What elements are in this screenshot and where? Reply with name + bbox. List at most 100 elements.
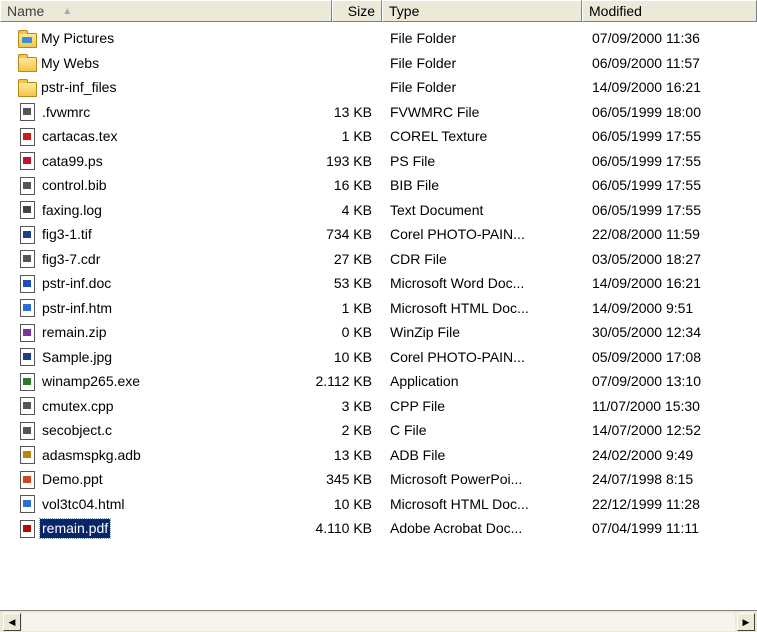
file-name-cell[interactable]: fig3-7.cdr bbox=[18, 249, 102, 270]
file-name-label: My Pictures bbox=[41, 30, 115, 46]
sort-ascending-icon: ▲ bbox=[62, 5, 73, 17]
file-size-cell: 1 KB bbox=[341, 299, 372, 316]
file-name-label: Demo.ppt bbox=[42, 471, 103, 487]
file-name-label: pstr-inf.htm bbox=[42, 299, 113, 316]
file-name-cell[interactable]: pstr-inf_files bbox=[18, 77, 118, 98]
application-icon bbox=[20, 372, 35, 391]
file-row[interactable]: cmutex.cpp 3 KB CPP File 11/07/2000 15:30 bbox=[0, 394, 757, 419]
file-size-cell: 0 KB bbox=[341, 324, 372, 340]
file-size-cell: 53 KB bbox=[333, 275, 372, 291]
pictures-folder-icon bbox=[18, 29, 37, 48]
file-type-cell: Corel PHOTO-PAIN... bbox=[390, 226, 525, 242]
scrollbar-track[interactable] bbox=[22, 613, 735, 631]
generic-file-icon bbox=[20, 421, 35, 440]
pdf-file-icon bbox=[20, 519, 35, 538]
file-row[interactable]: pstr-inf_files File Folder 14/09/2000 16:2… bbox=[0, 75, 757, 100]
file-name-cell[interactable]: faxing.log bbox=[18, 200, 104, 221]
file-name-label: vol3tc04.html bbox=[42, 495, 125, 512]
file-name-cell[interactable]: pstr-inf.doc bbox=[18, 273, 113, 294]
file-name-label: fig3-1.tif bbox=[42, 226, 92, 242]
file-row[interactable]: pstr-inf.doc 53 KB Microsoft Word Doc... 14… bbox=[0, 271, 757, 296]
file-modified-cell: 24/02/2000 9:49 bbox=[592, 446, 694, 463]
file-name-label: pstr-inf_files bbox=[41, 79, 117, 95]
file-modified-cell: 03/05/2000 18:27 bbox=[592, 250, 701, 267]
file-row[interactable]: My Webs File Folder 06/09/2000 11:57 bbox=[0, 51, 757, 76]
file-name-cell[interactable]: Demo.ppt bbox=[18, 469, 105, 490]
file-name-cell[interactable]: cartacas.tex bbox=[18, 126, 119, 147]
file-size-cell: 4.110 KB bbox=[315, 520, 372, 536]
column-header-type[interactable]: Type bbox=[382, 0, 582, 22]
file-name-cell[interactable]: Sample.jpg bbox=[18, 347, 114, 368]
column-header-name[interactable]: Name ▲ bbox=[0, 0, 332, 22]
file-modified-cell: 14/09/2000 16:21 bbox=[592, 275, 701, 291]
file-name-label: remain.pdf bbox=[38, 518, 112, 539]
file-name-cell[interactable]: secobject.c bbox=[18, 420, 114, 441]
scroll-right-button[interactable]: ▶ bbox=[737, 613, 755, 631]
file-size-cell: 2.112 KB bbox=[315, 373, 372, 389]
file-row[interactable]: control.bib 16 KB BIB File 06/05/1999 17:55 bbox=[0, 173, 757, 198]
file-row[interactable]: .fvwmrc 13 KB FVWMRC File 06/05/1999 18:00 bbox=[0, 100, 757, 125]
powerpoint-icon bbox=[20, 470, 35, 489]
file-name-cell[interactable]: remain.pdf bbox=[18, 518, 112, 539]
file-name-label: My Webs bbox=[41, 54, 100, 71]
html-document-icon bbox=[20, 495, 35, 513]
file-modified-cell: 22/12/1999 11:28 bbox=[592, 495, 700, 512]
file-row[interactable]: winamp265.exe 2.112 KB Application 07/09/20… bbox=[0, 369, 757, 394]
file-name-cell[interactable]: pstr-inf.htm bbox=[18, 298, 114, 319]
column-type-label: Type bbox=[389, 3, 420, 19]
file-size-cell: 193 KB bbox=[326, 152, 372, 169]
column-header-size[interactable]: Size bbox=[332, 0, 382, 22]
file-name-label: cata99.ps bbox=[42, 152, 103, 169]
file-modified-cell: 11/07/2000 15:30 bbox=[592, 397, 700, 414]
horizontal-scrollbar[interactable]: ◀ ▶ bbox=[0, 610, 757, 632]
generic-file-icon bbox=[20, 397, 35, 415]
file-size-cell: 10 KB bbox=[333, 348, 372, 365]
file-size-cell: 16 KB bbox=[333, 177, 372, 193]
html-document-icon bbox=[20, 299, 35, 317]
ps-file-icon bbox=[20, 152, 35, 170]
file-name-cell[interactable]: remain.zip bbox=[18, 322, 109, 343]
file-row[interactable]: cartacas.tex 1 KB COREL Texture 06/05/1999 … bbox=[0, 124, 757, 149]
text-document-icon bbox=[20, 201, 35, 219]
file-row[interactable]: remain.pdf 4.110 KB Adobe Acrobat Doc... 07… bbox=[0, 516, 757, 541]
file-row[interactable]: remain.zip 0 KB WinZip File 30/05/2000 12:3… bbox=[0, 320, 757, 345]
file-size-cell: 4 KB bbox=[341, 201, 372, 218]
file-row[interactable]: Sample.jpg 10 KB Corel PHOTO-PAIN... 05/09/… bbox=[0, 345, 757, 370]
file-name-cell[interactable]: control.bib bbox=[18, 175, 109, 196]
file-modified-cell: 07/04/1999 11:11 bbox=[592, 520, 699, 536]
file-name-cell[interactable]: adasmspkg.adb bbox=[18, 445, 143, 466]
file-modified-cell: 05/09/2000 17:08 bbox=[592, 348, 701, 365]
file-row[interactable]: secobject.c 2 KB C File 14/07/2000 12:52 bbox=[0, 418, 757, 443]
file-row[interactable]: fig3-1.tif 734 KB Corel PHOTO-PAIN... 22/08… bbox=[0, 222, 757, 247]
file-modified-cell: 06/05/1999 17:55 bbox=[592, 128, 701, 144]
file-modified-cell: 06/05/1999 17:55 bbox=[592, 201, 701, 218]
scroll-left-button[interactable]: ◀ bbox=[3, 613, 21, 631]
file-row[interactable]: adasmspkg.adb 13 KB ADB File 24/02/2000 9:4… bbox=[0, 443, 757, 468]
column-header-modified[interactable]: Modified bbox=[582, 0, 757, 22]
file-name-cell[interactable]: My Pictures bbox=[18, 28, 116, 49]
file-name-cell[interactable]: cata99.ps bbox=[18, 151, 105, 172]
file-name-cell[interactable]: cmutex.cpp bbox=[18, 396, 116, 417]
file-row[interactable]: vol3tc04.html 10 KB Microsoft HTML Doc... 2… bbox=[0, 492, 757, 517]
file-type-cell: File Folder bbox=[390, 79, 457, 95]
file-row[interactable]: Demo.ppt 345 KB Microsoft PowerPoi... 24/07… bbox=[0, 467, 757, 492]
file-row[interactable]: fig3-7.cdr 27 KB CDR File 03/05/2000 18:27 bbox=[0, 247, 757, 272]
file-type-cell: BIB File bbox=[390, 177, 440, 193]
file-type-cell: Microsoft HTML Doc... bbox=[390, 299, 529, 316]
file-name-cell[interactable]: vol3tc04.html bbox=[18, 494, 126, 515]
file-name-cell[interactable]: My Webs bbox=[18, 53, 101, 74]
file-row[interactable]: pstr-inf.htm 1 KB Microsoft HTML Doc... 14/… bbox=[0, 296, 757, 321]
file-name-cell[interactable]: winamp265.exe bbox=[18, 371, 142, 392]
file-size-cell: 13 KB bbox=[333, 446, 372, 463]
column-name-label: Name bbox=[7, 3, 45, 19]
folder-icon bbox=[18, 54, 37, 72]
file-size-cell: 2 KB bbox=[341, 422, 372, 438]
file-row[interactable]: faxing.log 4 KB Text Document 06/05/1999 17… bbox=[0, 198, 757, 223]
file-type-cell: CPP File bbox=[390, 397, 445, 414]
file-modified-cell: 07/09/2000 11:36 bbox=[592, 30, 700, 46]
file-name-cell[interactable]: fig3-1.tif bbox=[18, 224, 94, 245]
file-name-label: .fvwmrc bbox=[42, 103, 91, 120]
file-row[interactable]: cata99.ps 193 KB PS File 06/05/1999 17:55 bbox=[0, 149, 757, 174]
file-name-cell[interactable]: .fvwmrc bbox=[18, 102, 92, 123]
file-row[interactable]: My Pictures File Folder 07/09/2000 11:36 bbox=[0, 26, 757, 51]
